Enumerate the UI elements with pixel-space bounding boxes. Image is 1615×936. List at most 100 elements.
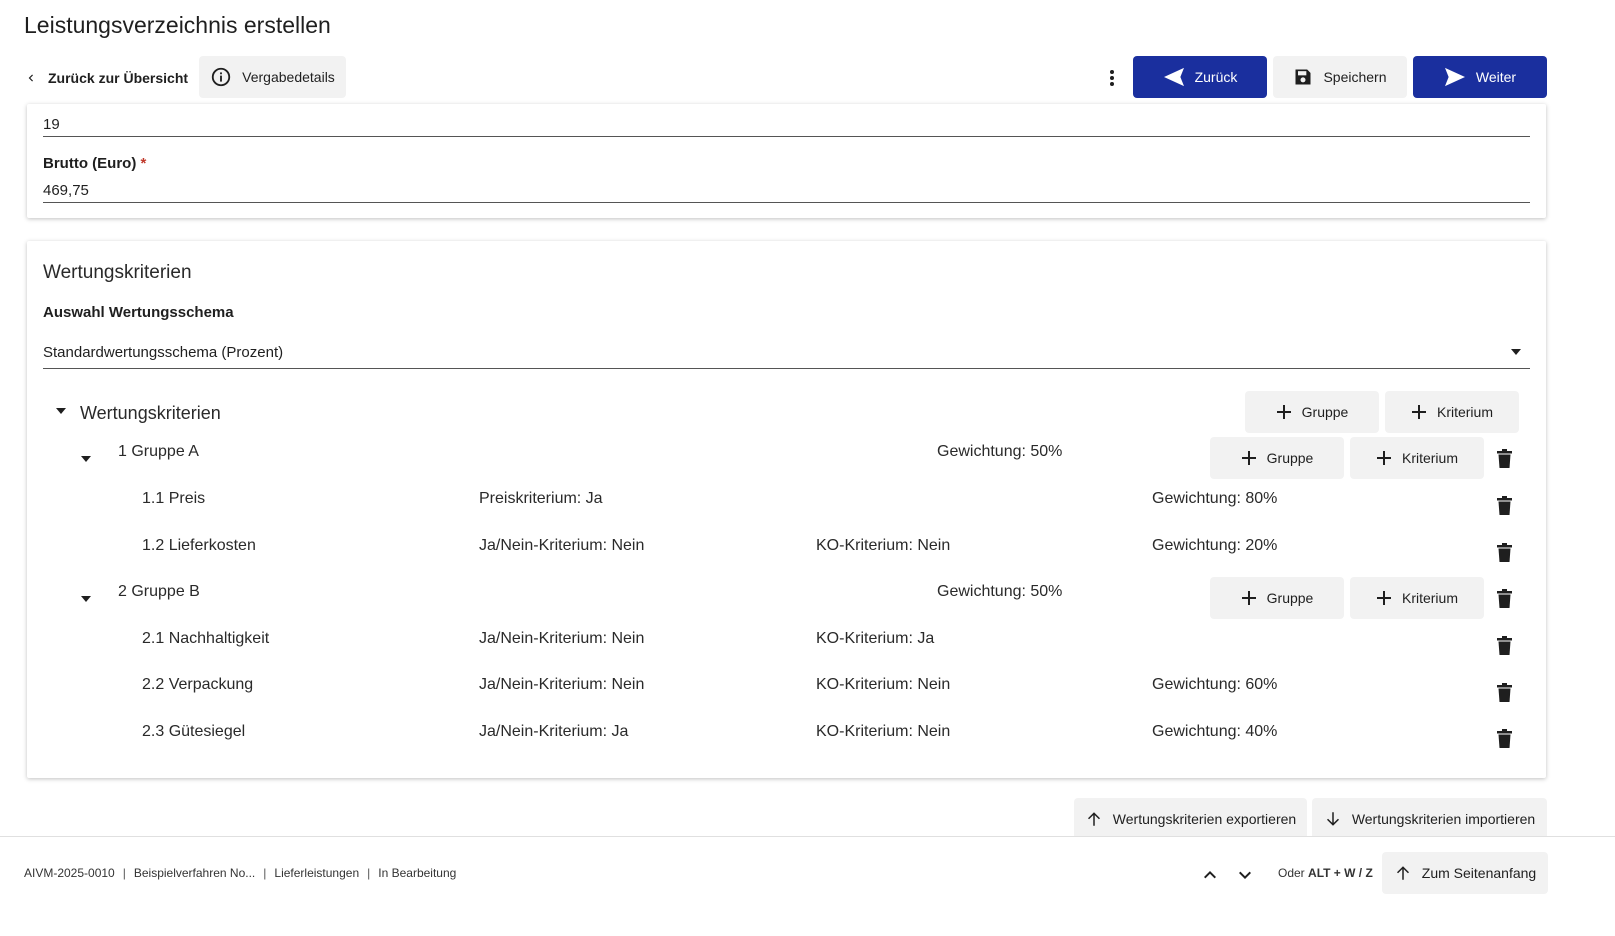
- next-section-icon[interactable]: [1234, 864, 1256, 886]
- caret-down-icon: [1510, 348, 1522, 356]
- criterion-weight: Gewichtung: 80%: [1152, 490, 1278, 507]
- plus-icon: [1276, 404, 1292, 420]
- criterion-col2: KO-Kriterium: Ja: [816, 630, 935, 647]
- zurueck-label: Zurück: [1194, 69, 1238, 85]
- speichern-button[interactable]: Speichern: [1273, 56, 1407, 98]
- page-title: Leistungsverzeichnis erstellen: [24, 12, 331, 38]
- procedure-info: AIVM-2025-0010 | Beispielverfahren No... | L…: [24, 866, 456, 880]
- delete-criterion-icon[interactable]: [1497, 636, 1512, 655]
- info-icon: [210, 66, 232, 88]
- criterion-weight: Gewichtung: 60%: [1152, 676, 1278, 693]
- group-b-add-group-button[interactable]: Gruppe: [1210, 577, 1344, 619]
- speichern-label: Speichern: [1323, 69, 1387, 85]
- criterion-label: 2.3 Gütesiegel: [142, 723, 246, 740]
- criterion-col1: Ja/Nein-Kriterium: Nein: [479, 676, 645, 693]
- previous-section-icon[interactable]: [1199, 864, 1221, 886]
- procedure-id: AIVM-2025-0010: [24, 866, 115, 880]
- weiter-button[interactable]: Weiter: [1413, 56, 1547, 98]
- footer-bar: [0, 836, 1615, 936]
- group-label: 1 Gruppe A: [118, 443, 199, 460]
- criterion-col2: KO-Kriterium: Nein: [816, 537, 951, 554]
- send-back-icon: [1163, 67, 1185, 87]
- group-a-add-criterion-button[interactable]: Kriterium: [1350, 437, 1484, 479]
- delete-criterion-icon[interactable]: [1497, 543, 1512, 562]
- add-group-label: Gruppe: [1266, 450, 1314, 466]
- criterion-col1: Ja/Nein-Kriterium: Nein: [479, 537, 645, 554]
- back-to-overview-label: Zurück zur Übersicht: [48, 70, 189, 86]
- plus-icon: [1376, 590, 1392, 606]
- criterion-col2: KO-Kriterium: Nein: [816, 723, 951, 740]
- separator: |: [263, 866, 267, 880]
- vergabedetails-label: Vergabedetails: [242, 69, 335, 85]
- brutto-label: Brutto (Euro): [43, 155, 137, 172]
- group-a-add-group-button[interactable]: Gruppe: [1210, 437, 1344, 479]
- brutto-field-underline: [43, 202, 1530, 203]
- criteria-card: [27, 241, 1546, 778]
- add-group-label: Gruppe: [1266, 590, 1314, 606]
- criterion-label: 2.2 Verpackung: [142, 676, 254, 693]
- brutto-label-row: Brutto (Euro) *: [43, 155, 146, 172]
- arrow-up-icon: [1085, 810, 1103, 828]
- criterion-col1: Preiskriterium: Ja: [479, 490, 603, 507]
- root-add-criterion-button[interactable]: Kriterium: [1385, 391, 1519, 433]
- save-icon: [1293, 67, 1313, 87]
- group-weight: Gewichtung: 50%: [937, 443, 1063, 460]
- add-criterion-label: Kriterium: [1436, 404, 1493, 420]
- root-add-group-button[interactable]: Gruppe: [1245, 391, 1379, 433]
- delete-group-b-icon[interactable]: [1497, 589, 1512, 608]
- plus-icon: [1241, 590, 1257, 606]
- arrow-down-icon: [1324, 810, 1342, 828]
- group-b-add-criterion-button[interactable]: Kriterium: [1350, 577, 1484, 619]
- criterion-label: 1.2 Lieferkosten: [142, 537, 256, 554]
- add-group-label: Gruppe: [1301, 404, 1349, 420]
- export-criteria-label: Wertungskriterien exportieren: [1112, 811, 1297, 827]
- scroll-to-top-button[interactable]: Zum Seitenanfang: [1382, 852, 1548, 894]
- import-criteria-label: Wertungskriterien importieren: [1351, 811, 1536, 827]
- criterion-label: 2.1 Nachhaltigkeit: [142, 630, 270, 647]
- criterion-weight: Gewichtung: 40%: [1152, 723, 1278, 740]
- delete-criterion-icon[interactable]: [1497, 729, 1512, 748]
- brutto-field[interactable]: 469,75: [43, 182, 89, 199]
- procedure-type: Lieferleistungen: [274, 866, 360, 880]
- criterion-col2: KO-Kriterium: Nein: [816, 676, 951, 693]
- more-options-icon[interactable]: [1100, 64, 1124, 92]
- collapse-root-icon[interactable]: [55, 407, 67, 415]
- zurueck-button[interactable]: Zurück: [1133, 56, 1267, 98]
- shortcut-keys: ALT + W / Z: [1308, 866, 1373, 880]
- scroll-to-top-label: Zum Seitenanfang: [1421, 865, 1537, 881]
- tax-field-underline: [43, 136, 1530, 137]
- plus-icon: [1241, 450, 1257, 466]
- required-mark: *: [140, 155, 147, 172]
- send-icon: [1444, 67, 1466, 87]
- arrow-up-icon: [1394, 864, 1412, 882]
- collapse-group-a-icon[interactable]: [80, 455, 92, 463]
- criterion-weight: Gewichtung: 20%: [1152, 537, 1278, 554]
- criterion-label: 1.1 Preis: [142, 490, 206, 507]
- plus-icon: [1376, 450, 1392, 466]
- separator: |: [122, 866, 126, 880]
- criteria-card-title: Wertungskriterien: [43, 262, 192, 283]
- add-criterion-label: Kriterium: [1401, 450, 1458, 466]
- shortcut-prefix: Oder: [1278, 866, 1305, 880]
- vergabedetails-button[interactable]: Vergabedetails: [199, 56, 346, 98]
- price-card: [27, 104, 1546, 218]
- schema-select[interactable]: Standardwertungsschema (Prozent): [43, 340, 1530, 369]
- back-to-overview-link[interactable]: Zurück zur Übersicht: [24, 58, 188, 98]
- delete-criterion-icon[interactable]: [1497, 496, 1512, 515]
- tax-value: 19: [43, 116, 60, 133]
- group-weight: Gewichtung: 50%: [937, 583, 1063, 600]
- root-node-label: Wertungskriterien: [80, 403, 221, 423]
- weiter-label: Weiter: [1475, 69, 1517, 85]
- schema-label: Auswahl Wertungsschema: [43, 304, 234, 321]
- criterion-col1: Ja/Nein-Kriterium: Nein: [479, 630, 645, 647]
- delete-group-a-icon[interactable]: [1497, 449, 1512, 468]
- plus-icon: [1411, 404, 1427, 420]
- separator: |: [367, 866, 371, 880]
- export-criteria-button[interactable]: Wertungskriterien exportieren: [1074, 798, 1307, 840]
- keyboard-shortcut-hint: Oder ALT + W / Z: [1278, 866, 1373, 880]
- group-label: 2 Gruppe B: [118, 583, 200, 600]
- delete-criterion-icon[interactable]: [1497, 683, 1512, 702]
- collapse-group-b-icon[interactable]: [80, 595, 92, 603]
- import-criteria-button[interactable]: Wertungskriterien importieren: [1312, 798, 1547, 840]
- procedure-status: In Bearbeitung: [378, 866, 457, 880]
